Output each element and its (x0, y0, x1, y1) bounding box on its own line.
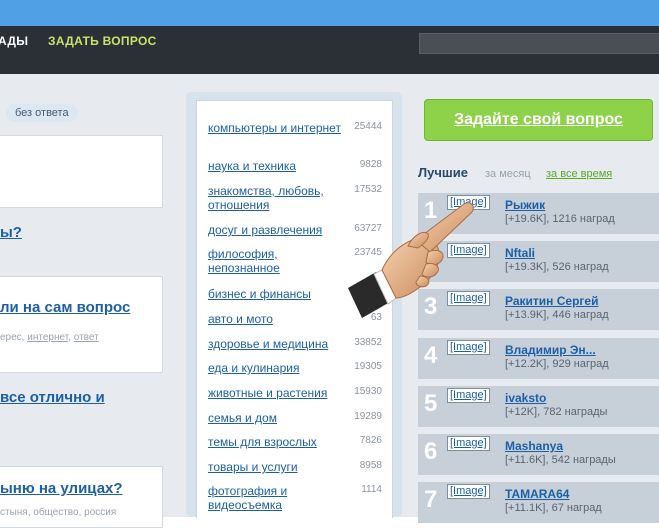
nav-ask-question-link[interactable]: ЗАДАТЬ ВОПРОС (48, 34, 157, 48)
avatar[interactable]: [Image] (447, 484, 490, 499)
leader-stats: [+12.2K], 929 наград (505, 358, 609, 370)
category-link[interactable]: темы для взрослых (208, 435, 343, 449)
category-item: фотография и видеосъемка 1114 (208, 484, 388, 512)
leader-name[interactable]: Nftali (505, 246, 535, 260)
category-link[interactable]: знакомства, любовь, отношения (208, 184, 343, 212)
question-title[interactable]: ы? (0, 224, 22, 241)
pointing-hand-icon (348, 202, 474, 318)
avatar[interactable]: [Image] (447, 388, 490, 403)
tag-link[interactable]: ответ (74, 332, 99, 343)
category-item: темы для взрослых 7826 (208, 435, 388, 449)
leader-name[interactable]: TAMARA64 (505, 487, 569, 501)
category-link[interactable]: товары и услуги (208, 460, 343, 474)
category-link[interactable]: досуг и развлечения (208, 223, 343, 237)
category-count: 19305 (354, 361, 382, 372)
main-area: без ответа ы? ли на сам вопрос ерес, инт… (0, 74, 659, 528)
leader-name[interactable]: Mashanya (505, 439, 563, 453)
question-card: ыню на улицах? стыня, общество, россия (0, 466, 163, 528)
category-count: 15930 (354, 386, 382, 397)
question-card (0, 135, 163, 208)
category-link[interactable]: философия, непознанное (208, 247, 343, 275)
question-card: ли на сам вопрос ерес, интернет, ответ (0, 276, 163, 373)
category-count: 7826 (359, 435, 382, 446)
search-input[interactable] (419, 33, 659, 54)
leader-row: 6 [Image] Mashanya [+11.6K], 542 награды (418, 434, 659, 475)
unanswered-filter-pill[interactable]: без ответа (6, 104, 78, 122)
category-item: животные и растения 15930 (208, 386, 388, 400)
leader-name[interactable]: ivaksto (505, 391, 546, 405)
leader-stats: [+19.3K], 526 наград (505, 261, 609, 273)
category-item: компьютеры и интернет 25444 (208, 121, 388, 135)
leader-rank: 5 (424, 390, 438, 417)
period-month-tab[interactable]: за месяц (485, 168, 531, 180)
ask-question-button[interactable]: Задайте свой вопрос (424, 99, 653, 141)
category-link[interactable]: здоровье и медицина (208, 337, 348, 351)
leader-stats: [+11.1K], 67 наград (505, 502, 602, 514)
category-link[interactable]: наука и техника (208, 159, 343, 173)
question-title[interactable]: ли на сам вопрос (0, 299, 130, 316)
leader-name[interactable]: Ракитин Сергей (505, 294, 598, 308)
category-link[interactable]: бизнес и финансы (208, 287, 343, 301)
leader-stats: [+19.6K], 1216 наград (505, 213, 615, 225)
category-item: семья и дом 19289 (208, 411, 388, 425)
category-count: 25444 (354, 121, 382, 132)
question-tags: стыня, общество, россия (0, 507, 117, 518)
leader-stats: [+13.9K], 446 наград (505, 309, 609, 321)
category-count: 8958 (359, 460, 382, 471)
category-item: еда и кулинария 19305 (208, 361, 388, 375)
avatar[interactable]: [Image] (447, 436, 490, 451)
category-count: 1114 (361, 484, 382, 495)
question-tags: ерес, интернет, ответ (0, 332, 99, 343)
questions-column: без ответа ы? ли на сам вопрос ерес, инт… (0, 91, 177, 528)
leader-rank: 7 (424, 486, 438, 513)
category-link[interactable]: авто и мото (208, 312, 343, 326)
category-link[interactable]: компьютеры и интернет (208, 121, 343, 135)
category-item: здоровье и медицина 33852 (208, 337, 388, 351)
leader-stats: [+12K], 782 награды (505, 406, 608, 418)
leader-name[interactable]: Владимир Эн... (505, 343, 596, 357)
leader-stats: [+11.6K], 542 награды (505, 454, 616, 466)
best-users-title: Лучшие (418, 165, 468, 180)
top-strip (0, 0, 659, 27)
category-link[interactable]: фотография и видеосъемка (208, 484, 343, 512)
leader-row: 5 [Image] ivaksto [+12K], 782 награды (418, 386, 659, 427)
leader-name[interactable]: Рыжик (505, 198, 545, 212)
category-count: 9828 (359, 159, 382, 170)
question-title[interactable]: все отлично и (0, 389, 105, 406)
nav-awards-link[interactable]: АДЫ (0, 34, 28, 48)
period-all-time-tab[interactable]: за все время (546, 168, 612, 180)
category-item: товары и услуги 8958 (208, 460, 388, 474)
question-card: ы? (0, 212, 162, 260)
category-link[interactable]: семья и дом (208, 411, 343, 425)
category-link[interactable]: животные и растения (208, 386, 343, 400)
question-title[interactable]: ыню на улицах? (0, 480, 123, 497)
question-card: все отлично и (0, 375, 162, 455)
category-count: 33852 (354, 337, 382, 348)
category-item: наука и техника 9828 (208, 159, 388, 173)
nav-bar: АДЫ ЗАДАТЬ ВОПРОС (0, 26, 659, 74)
avatar[interactable]: [Image] (447, 340, 490, 355)
leader-rank: 4 (424, 342, 438, 369)
category-link[interactable]: еда и кулинария (208, 361, 343, 375)
category-count: 19289 (354, 411, 382, 422)
tag-link[interactable]: интернет (27, 332, 68, 343)
leader-row: 4 [Image] Владимир Эн... [+12.2K], 929 н… (418, 338, 659, 379)
leader-rank: 6 (424, 438, 438, 465)
